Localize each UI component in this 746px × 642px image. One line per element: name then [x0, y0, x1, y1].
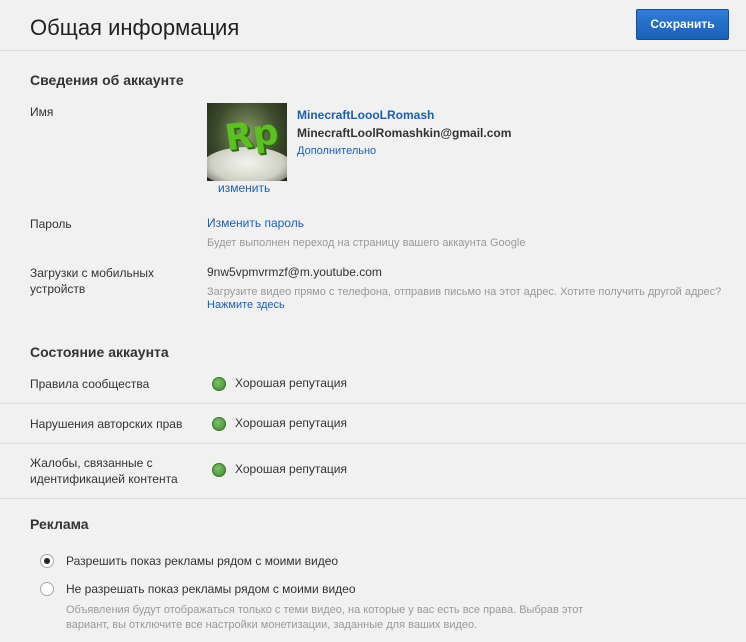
status-row-label: Нарушения авторских прав	[30, 417, 183, 431]
password-label: Пароль	[30, 217, 72, 231]
status-row-value: Хорошая репутация	[235, 462, 347, 476]
status-divider	[0, 443, 746, 444]
mobile-click-here-link[interactable]: Нажмите здесь	[207, 299, 285, 311]
mobile-upload-email: 9nw5vpmvrmzf@m.youtube.com	[207, 265, 382, 279]
status-ok-icon	[212, 377, 226, 391]
password-hint: Будет выполнен переход на страницу вашег…	[207, 237, 526, 249]
status-row-label: Правила сообщества	[30, 377, 150, 391]
change-password-link[interactable]: Изменить пароль	[207, 216, 304, 230]
header-divider	[0, 50, 746, 51]
status-row-value: Хорошая репутация	[235, 376, 347, 390]
avatar-change-link[interactable]: изменить	[218, 181, 270, 195]
save-button[interactable]: Сохранить	[636, 9, 729, 40]
allow-ads-radio[interactable]	[40, 554, 54, 568]
deny-ads-label[interactable]: Не разрешать показ рекламы рядом с моими…	[66, 582, 356, 596]
mobile-uploads-label: Загрузки с мобильных устройств	[30, 266, 154, 296]
account-section-heading: Сведения об аккаунте	[30, 72, 184, 88]
more-link[interactable]: Дополнительно	[297, 145, 376, 157]
status-ok-icon	[212, 417, 226, 431]
deny-ads-radio[interactable]	[40, 582, 54, 596]
account-email: MinecraftLoolRomashkin@gmail.com	[297, 126, 512, 140]
username-link[interactable]: MinecraftLoooLRomash	[297, 108, 434, 122]
allow-ads-label[interactable]: Разрешить показ рекламы рядом с моими ви…	[66, 554, 338, 568]
avatar[interactable]: Rp	[207, 103, 287, 181]
avatar-logo: Rp	[222, 111, 282, 160]
deny-ads-hint: Объявления будут отображаться только с т…	[66, 604, 584, 631]
mobile-hint: Загрузите видео прямо с телефона, отправ…	[207, 286, 722, 298]
status-row-value: Хорошая репутация	[235, 416, 347, 430]
status-section-heading: Состояние аккаунта	[30, 344, 169, 360]
status-row-label: Жалобы, связанные с идентификацией конте…	[30, 456, 178, 486]
name-label: Имя	[30, 105, 54, 119]
ads-divider	[0, 498, 746, 499]
status-ok-icon	[212, 463, 226, 477]
status-divider	[0, 403, 746, 404]
page-title: Общая информация	[30, 15, 240, 40]
ads-section-heading: Реклама	[30, 516, 89, 532]
